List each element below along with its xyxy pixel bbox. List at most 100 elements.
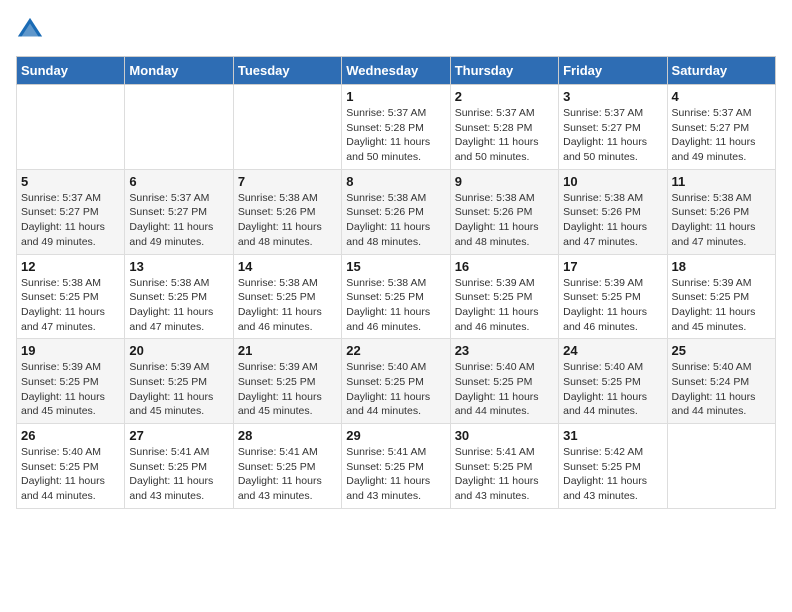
day-number: 27: [129, 428, 228, 443]
day-number: 31: [563, 428, 662, 443]
day-info: Sunrise: 5:40 AM Sunset: 5:24 PM Dayligh…: [672, 360, 771, 419]
day-info: Sunrise: 5:38 AM Sunset: 5:26 PM Dayligh…: [346, 191, 445, 250]
day-info: Sunrise: 5:39 AM Sunset: 5:25 PM Dayligh…: [563, 276, 662, 335]
day-info: Sunrise: 5:38 AM Sunset: 5:26 PM Dayligh…: [563, 191, 662, 250]
day-number: 29: [346, 428, 445, 443]
day-info: Sunrise: 5:37 AM Sunset: 5:27 PM Dayligh…: [129, 191, 228, 250]
day-info: Sunrise: 5:37 AM Sunset: 5:28 PM Dayligh…: [346, 106, 445, 165]
day-info: Sunrise: 5:39 AM Sunset: 5:25 PM Dayligh…: [672, 276, 771, 335]
calendar-header: SundayMondayTuesdayWednesdayThursdayFrid…: [17, 57, 776, 85]
calendar-cell: 13Sunrise: 5:38 AM Sunset: 5:25 PM Dayli…: [125, 254, 233, 339]
day-number: 30: [455, 428, 554, 443]
day-info: Sunrise: 5:37 AM Sunset: 5:27 PM Dayligh…: [21, 191, 120, 250]
header-cell-friday: Friday: [559, 57, 667, 85]
day-number: 6: [129, 174, 228, 189]
header-cell-monday: Monday: [125, 57, 233, 85]
calendar-cell: 6 Sunrise: 5:37 AM Sunset: 5:27 PM Daylig…: [125, 169, 233, 254]
day-number: 8: [346, 174, 445, 189]
calendar-cell: 25Sunrise: 5:40 AM Sunset: 5:24 PM Dayli…: [667, 339, 775, 424]
page-header: [16, 16, 776, 44]
logo-icon: [16, 16, 44, 44]
header-cell-wednesday: Wednesday: [342, 57, 450, 85]
day-info: Sunrise: 5:37 AM Sunset: 5:28 PM Dayligh…: [455, 106, 554, 165]
week-row: 1 Sunrise: 5:37 AM Sunset: 5:28 PM Daylig…: [17, 85, 776, 170]
calendar-cell: 8 Sunrise: 5:38 AM Sunset: 5:26 PM Daylig…: [342, 169, 450, 254]
calendar-cell: 16Sunrise: 5:39 AM Sunset: 5:25 PM Dayli…: [450, 254, 558, 339]
header-cell-tuesday: Tuesday: [233, 57, 341, 85]
day-info: Sunrise: 5:41 AM Sunset: 5:25 PM Dayligh…: [129, 445, 228, 504]
day-info: Sunrise: 5:41 AM Sunset: 5:25 PM Dayligh…: [238, 445, 337, 504]
day-number: 7: [238, 174, 337, 189]
day-info: Sunrise: 5:38 AM Sunset: 5:25 PM Dayligh…: [238, 276, 337, 335]
day-number: 12: [21, 259, 120, 274]
week-row: 19 Sunrise: 5:39 AM Sunset: 5:25 PM Dayli…: [17, 339, 776, 424]
calendar-cell: 29Sunrise: 5:41 AM Sunset: 5:25 PM Dayli…: [342, 424, 450, 509]
week-row: 26 Sunrise: 5:40 AM Sunset: 5:25 PM Dayli…: [17, 424, 776, 509]
day-info: Sunrise: 5:38 AM Sunset: 5:26 PM Dayligh…: [672, 191, 771, 250]
week-row: 12 Sunrise: 5:38 AM Sunset: 5:25 PM Dayli…: [17, 254, 776, 339]
day-number: 10: [563, 174, 662, 189]
calendar-cell: 27 Sunrise: 5:41 AM Sunset: 5:25 PM Dayli…: [125, 424, 233, 509]
day-info: Sunrise: 5:39 AM Sunset: 5:25 PM Dayligh…: [238, 360, 337, 419]
calendar-cell: 7 Sunrise: 5:38 AM Sunset: 5:26 PM Daylig…: [233, 169, 341, 254]
day-number: 26: [21, 428, 120, 443]
calendar-cell: 12 Sunrise: 5:38 AM Sunset: 5:25 PM Dayli…: [17, 254, 125, 339]
calendar-cell: 22 Sunrise: 5:40 AM Sunset: 5:25 PM Dayli…: [342, 339, 450, 424]
day-number: 9: [455, 174, 554, 189]
day-info: Sunrise: 5:37 AM Sunset: 5:27 PM Dayligh…: [563, 106, 662, 165]
day-number: 22: [346, 343, 445, 358]
day-number: 23: [455, 343, 554, 358]
day-number: 18: [672, 259, 771, 274]
header-cell-saturday: Saturday: [667, 57, 775, 85]
day-number: 20: [129, 343, 228, 358]
day-info: Sunrise: 5:41 AM Sunset: 5:25 PM Dayligh…: [455, 445, 554, 504]
day-number: 24: [563, 343, 662, 358]
calendar-table: SundayMondayTuesdayWednesdayThursdayFrid…: [16, 56, 776, 509]
day-info: Sunrise: 5:39 AM Sunset: 5:25 PM Dayligh…: [21, 360, 120, 419]
calendar-cell: 17 Sunrise: 5:39 AM Sunset: 5:25 PM Dayli…: [559, 254, 667, 339]
day-number: 13: [129, 259, 228, 274]
calendar-cell: 14Sunrise: 5:38 AM Sunset: 5:25 PM Dayli…: [233, 254, 341, 339]
day-info: Sunrise: 5:39 AM Sunset: 5:25 PM Dayligh…: [129, 360, 228, 419]
day-number: 3: [563, 89, 662, 104]
day-number: 4: [672, 89, 771, 104]
header-cell-thursday: Thursday: [450, 57, 558, 85]
calendar-cell: 11Sunrise: 5:38 AM Sunset: 5:26 PM Dayli…: [667, 169, 775, 254]
day-info: Sunrise: 5:40 AM Sunset: 5:25 PM Dayligh…: [21, 445, 120, 504]
day-info: Sunrise: 5:38 AM Sunset: 5:25 PM Dayligh…: [21, 276, 120, 335]
day-info: Sunrise: 5:42 AM Sunset: 5:25 PM Dayligh…: [563, 445, 662, 504]
calendar-cell: 5 Sunrise: 5:37 AM Sunset: 5:27 PM Daylig…: [17, 169, 125, 254]
calendar-cell: 19 Sunrise: 5:39 AM Sunset: 5:25 PM Dayli…: [17, 339, 125, 424]
day-info: Sunrise: 5:40 AM Sunset: 5:25 PM Dayligh…: [455, 360, 554, 419]
day-number: 21: [238, 343, 337, 358]
day-number: 19: [21, 343, 120, 358]
day-info: Sunrise: 5:38 AM Sunset: 5:26 PM Dayligh…: [455, 191, 554, 250]
day-info: Sunrise: 5:40 AM Sunset: 5:25 PM Dayligh…: [346, 360, 445, 419]
calendar-cell: 23 Sunrise: 5:40 AM Sunset: 5:25 PM Dayli…: [450, 339, 558, 424]
calendar-cell: 15 Sunrise: 5:38 AM Sunset: 5:25 PM Dayli…: [342, 254, 450, 339]
day-number: 17: [563, 259, 662, 274]
day-number: 28: [238, 428, 337, 443]
calendar-cell: 18 Sunrise: 5:39 AM Sunset: 5:25 PM Dayli…: [667, 254, 775, 339]
day-info: Sunrise: 5:40 AM Sunset: 5:25 PM Dayligh…: [563, 360, 662, 419]
day-number: 5: [21, 174, 120, 189]
day-info: Sunrise: 5:38 AM Sunset: 5:25 PM Dayligh…: [346, 276, 445, 335]
day-number: 1: [346, 89, 445, 104]
calendar-cell: 30 Sunrise: 5:41 AM Sunset: 5:25 PM Dayli…: [450, 424, 558, 509]
calendar-cell: 1 Sunrise: 5:37 AM Sunset: 5:28 PM Daylig…: [342, 85, 450, 170]
calendar-cell: [233, 85, 341, 170]
calendar-cell: [125, 85, 233, 170]
day-number: 2: [455, 89, 554, 104]
calendar-cell: 4Sunrise: 5:37 AM Sunset: 5:27 PM Daylig…: [667, 85, 775, 170]
day-number: 15: [346, 259, 445, 274]
calendar-cell: 2 Sunrise: 5:37 AM Sunset: 5:28 PM Daylig…: [450, 85, 558, 170]
calendar-cell: 26 Sunrise: 5:40 AM Sunset: 5:25 PM Dayli…: [17, 424, 125, 509]
header-row: SundayMondayTuesdayWednesdayThursdayFrid…: [17, 57, 776, 85]
day-info: Sunrise: 5:38 AM Sunset: 5:26 PM Dayligh…: [238, 191, 337, 250]
calendar-cell: [667, 424, 775, 509]
calendar-cell: 21 Sunrise: 5:39 AM Sunset: 5:25 PM Dayli…: [233, 339, 341, 424]
calendar-cell: 28 Sunrise: 5:41 AM Sunset: 5:25 PM Dayli…: [233, 424, 341, 509]
header-cell-sunday: Sunday: [17, 57, 125, 85]
calendar-cell: 20 Sunrise: 5:39 AM Sunset: 5:25 PM Dayli…: [125, 339, 233, 424]
day-number: 16: [455, 259, 554, 274]
